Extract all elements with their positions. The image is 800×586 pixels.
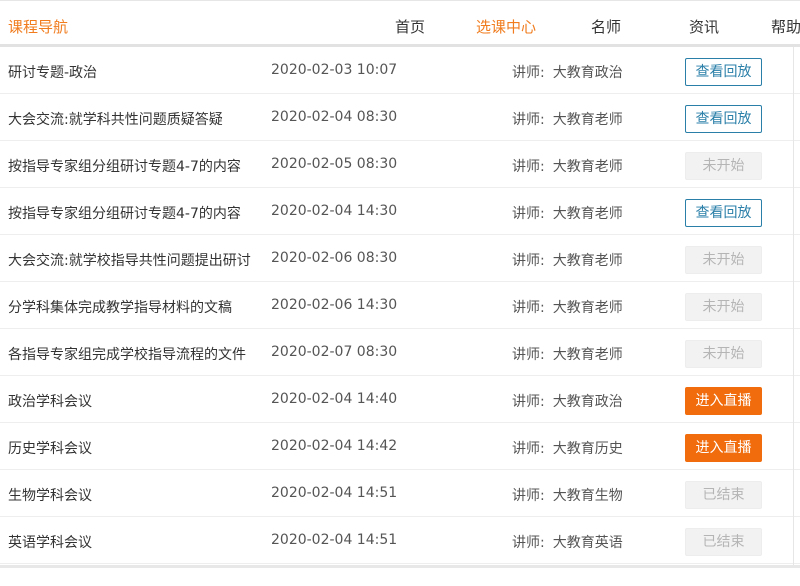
- session-row: 按指导专家组分组研讨专题4-7的内容 2020-02-05 08:30 讲师: 大教育…: [0, 141, 800, 188]
- session-title: 按指导专家组分组研讨专题4-7的内容: [8, 206, 241, 222]
- session-time: 2020-02-07 08:30: [271, 344, 398, 360]
- teacher-prefix-label: 讲师:: [512, 535, 545, 551]
- session-time: 2020-02-03 10:07: [271, 62, 398, 78]
- session-row: 英语学科会议 2020-02-04 14:51 讲师: 大教育英语 已结束: [0, 517, 800, 564]
- view-replay-button[interactable]: 查看回放: [685, 199, 762, 227]
- session-teacher: 讲师: 大教育老师: [512, 297, 623, 317]
- not-started-button: 未开始: [685, 340, 762, 368]
- teacher-prefix-label: 讲师:: [512, 441, 545, 457]
- session-teacher: 讲师: 大教育英语: [512, 532, 623, 552]
- list-bottom-border: [0, 565, 800, 568]
- enter-live-button[interactable]: 进入直播: [685, 387, 762, 415]
- session-time: 2020-02-04 14:51: [271, 485, 398, 501]
- course-page: 课程导航 首页 选课中心 名师 资讯 帮助 研讨专题-政治 2020-02-03 …: [0, 0, 800, 586]
- session-teacher: 讲师: 大教育老师: [512, 156, 623, 176]
- teacher-prefix-label: 讲师:: [512, 159, 545, 175]
- enter-live-button[interactable]: 进入直播: [685, 434, 762, 462]
- nav-course-selection-center[interactable]: 选课中心: [476, 16, 536, 37]
- session-row: 生物学科会议 2020-02-04 14:51 讲师: 大教育生物 已结束: [0, 470, 800, 517]
- session-title: 各指导专家组完成学校指导流程的文件: [8, 347, 246, 363]
- session-row: 历史学科会议 2020-02-04 14:42 讲师: 大教育历史 进入直播: [0, 423, 800, 470]
- session-time: 2020-02-06 08:30: [271, 250, 398, 266]
- session-teacher: 讲师: 大教育老师: [512, 109, 623, 129]
- list-right-border: [793, 47, 794, 567]
- session-time: 2020-02-04 14:42: [271, 438, 398, 454]
- teacher-name: 大教育老师: [552, 253, 623, 269]
- ended-button: 已结束: [685, 481, 762, 509]
- teacher-prefix-label: 讲师:: [512, 206, 545, 222]
- session-row: 大会交流:就学校指导共性问题提出研讨 2020-02-06 08:30 讲师: 大教育…: [0, 235, 800, 282]
- teacher-prefix-label: 讲师:: [512, 488, 545, 504]
- teacher-name: 大教育老师: [552, 206, 623, 222]
- not-started-button: 未开始: [685, 293, 762, 321]
- session-row: 分学科集体完成教学指导材料的文稿 2020-02-06 14:30 讲师: 大教育老师…: [0, 282, 800, 329]
- session-time: 2020-02-04 14:51: [271, 532, 398, 548]
- nav-help[interactable]: 帮助: [771, 16, 800, 37]
- session-time: 2020-02-04 14:40: [271, 391, 398, 407]
- teacher-name: 大教育政治: [552, 394, 623, 410]
- teacher-prefix-label: 讲师:: [512, 65, 545, 81]
- session-title: 历史学科会议: [8, 441, 92, 457]
- teacher-prefix-label: 讲师:: [512, 253, 545, 269]
- teacher-prefix-label: 讲师:: [512, 347, 545, 363]
- teacher-prefix-label: 讲师:: [512, 394, 545, 410]
- teacher-name: 大教育历史: [552, 441, 623, 457]
- session-teacher: 讲师: 大教育老师: [512, 203, 623, 223]
- view-replay-button[interactable]: 查看回放: [685, 105, 762, 133]
- ended-button: 已结束: [685, 528, 762, 556]
- session-teacher: 讲师: 大教育老师: [512, 250, 623, 270]
- session-time: 2020-02-04 08:30: [271, 109, 398, 125]
- session-title: 大会交流:就学科共性问题质疑答疑: [8, 112, 223, 128]
- teacher-name: 大教育老师: [552, 159, 623, 175]
- session-row: 按指导专家组分组研讨专题4-7的内容 2020-02-04 14:30 讲师: 大教育…: [0, 188, 800, 235]
- not-started-button: 未开始: [685, 152, 762, 180]
- session-title: 生物学科会议: [8, 488, 92, 504]
- teacher-name: 大教育英语: [552, 535, 623, 551]
- session-row: 研讨专题-政治 2020-02-03 10:07 讲师: 大教育政治 查看回放: [0, 47, 800, 94]
- session-title: 按指导专家组分组研讨专题4-7的内容: [8, 159, 241, 175]
- session-list: 研讨专题-政治 2020-02-03 10:07 讲师: 大教育政治 查看回放 大会交流:…: [0, 47, 800, 564]
- teacher-name: 大教育生物: [552, 488, 623, 504]
- teacher-name: 大教育政治: [552, 65, 623, 81]
- session-teacher: 讲师: 大教育政治: [512, 391, 623, 411]
- nav-news[interactable]: 资讯: [689, 16, 719, 37]
- session-teacher: 讲师: 大教育老师: [512, 344, 623, 364]
- teacher-name: 大教育老师: [552, 112, 623, 128]
- session-teacher: 讲师: 大教育生物: [512, 485, 623, 505]
- session-teacher: 讲师: 大教育历史: [512, 438, 623, 458]
- not-started-button: 未开始: [685, 246, 762, 274]
- teacher-name: 大教育老师: [552, 347, 623, 363]
- session-title: 研讨专题-政治: [8, 65, 98, 81]
- session-title: 政治学科会议: [8, 394, 92, 410]
- view-replay-button[interactable]: 查看回放: [685, 58, 762, 86]
- session-title: 分学科集体完成教学指导材料的文稿: [8, 300, 232, 316]
- nav-home[interactable]: 首页: [395, 16, 425, 37]
- teacher-prefix-label: 讲师:: [512, 300, 545, 316]
- session-row: 各指导专家组完成学校指导流程的文件 2020-02-07 08:30 讲师: 大教育老…: [0, 329, 800, 376]
- session-time: 2020-02-05 08:30: [271, 156, 398, 172]
- course-navigation-title: 课程导航: [8, 18, 69, 36]
- nav-famous-teachers[interactable]: 名师: [591, 16, 621, 37]
- teacher-name: 大教育老师: [552, 300, 623, 316]
- session-row: 政治学科会议 2020-02-04 14:40 讲师: 大教育政治 进入直播: [0, 376, 800, 423]
- teacher-prefix-label: 讲师:: [512, 112, 545, 128]
- session-row: 大会交流:就学科共性问题质疑答疑 2020-02-04 08:30 讲师: 大教育老师…: [0, 94, 800, 141]
- session-time: 2020-02-06 14:30: [271, 297, 398, 313]
- top-navigation-bar: 课程导航 首页 选课中心 名师 资讯 帮助: [0, 0, 800, 47]
- session-title: 大会交流:就学校指导共性问题提出研讨: [8, 253, 251, 269]
- session-title: 英语学科会议: [8, 535, 92, 551]
- session-teacher: 讲师: 大教育政治: [512, 62, 623, 82]
- session-time: 2020-02-04 14:30: [271, 203, 398, 219]
